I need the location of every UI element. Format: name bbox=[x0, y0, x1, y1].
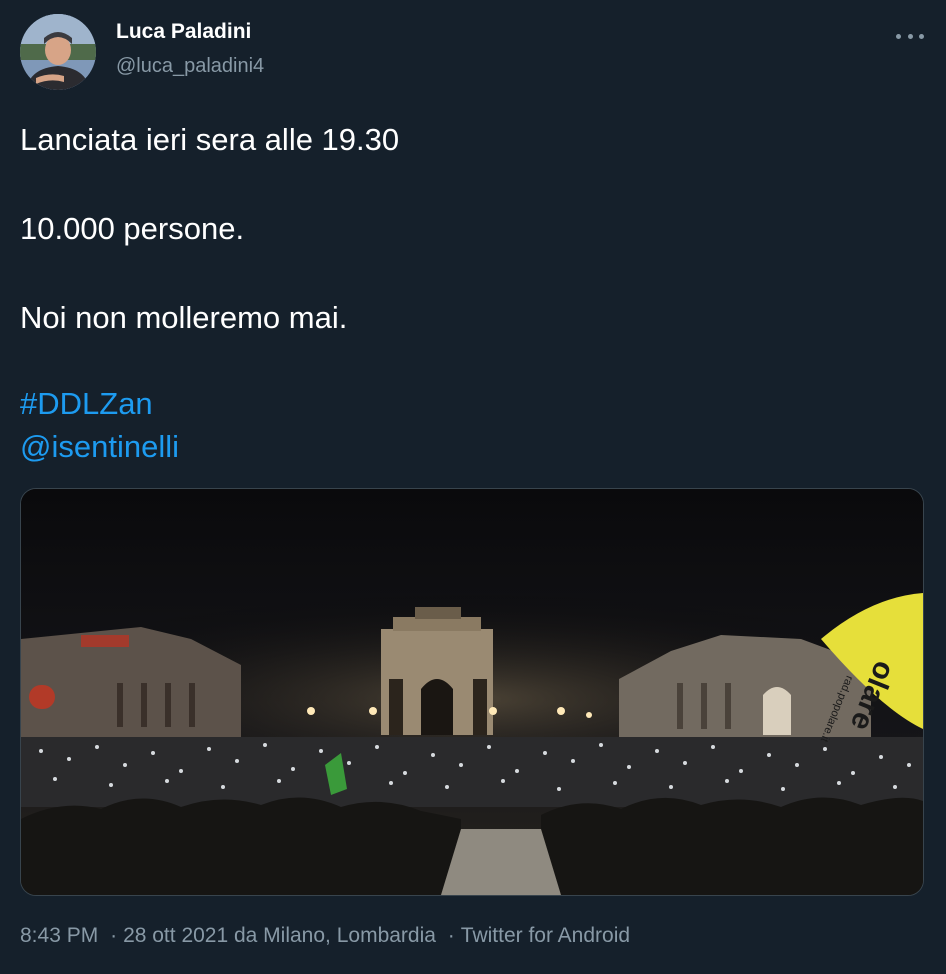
hashtag-link[interactable]: #DDLZan bbox=[20, 384, 153, 424]
avatar[interactable] bbox=[20, 14, 96, 90]
tweet-time[interactable]: 8:43 PM bbox=[20, 924, 98, 947]
separator: · bbox=[447, 924, 455, 947]
mention-link[interactable]: @isentinelli bbox=[20, 427, 179, 467]
tweet-text-line: Lanciata ieri sera alle 19.30 bbox=[20, 122, 400, 157]
author-handle[interactable]: @luca_paladini4 bbox=[116, 55, 264, 78]
author-name[interactable]: Luca Paladini bbox=[116, 20, 251, 44]
tweet-meta: 8:43 PM · 28 ott 2021 da Milano, Lombardi… bbox=[20, 924, 630, 948]
separator: · bbox=[110, 924, 118, 947]
more-dot bbox=[896, 33, 901, 39]
more-dot bbox=[919, 33, 924, 39]
tweet-date-location[interactable]: 28 ott 2021 da Milano, Lombardia bbox=[123, 924, 436, 947]
tweet-source[interactable]: Twitter for Android bbox=[461, 924, 630, 947]
tweet-text-line: 10.000 persone. bbox=[20, 211, 245, 246]
tweet-text-line: Noi non molleremo mai. bbox=[20, 300, 348, 335]
more-options-icon[interactable] bbox=[896, 28, 924, 44]
tweet-photo[interactable]: olare rad.popolare.it bbox=[20, 488, 924, 896]
more-dot bbox=[907, 33, 913, 39]
tweet-card: Luca Paladini @luca_paladini4 Lanciata i… bbox=[0, 0, 946, 974]
